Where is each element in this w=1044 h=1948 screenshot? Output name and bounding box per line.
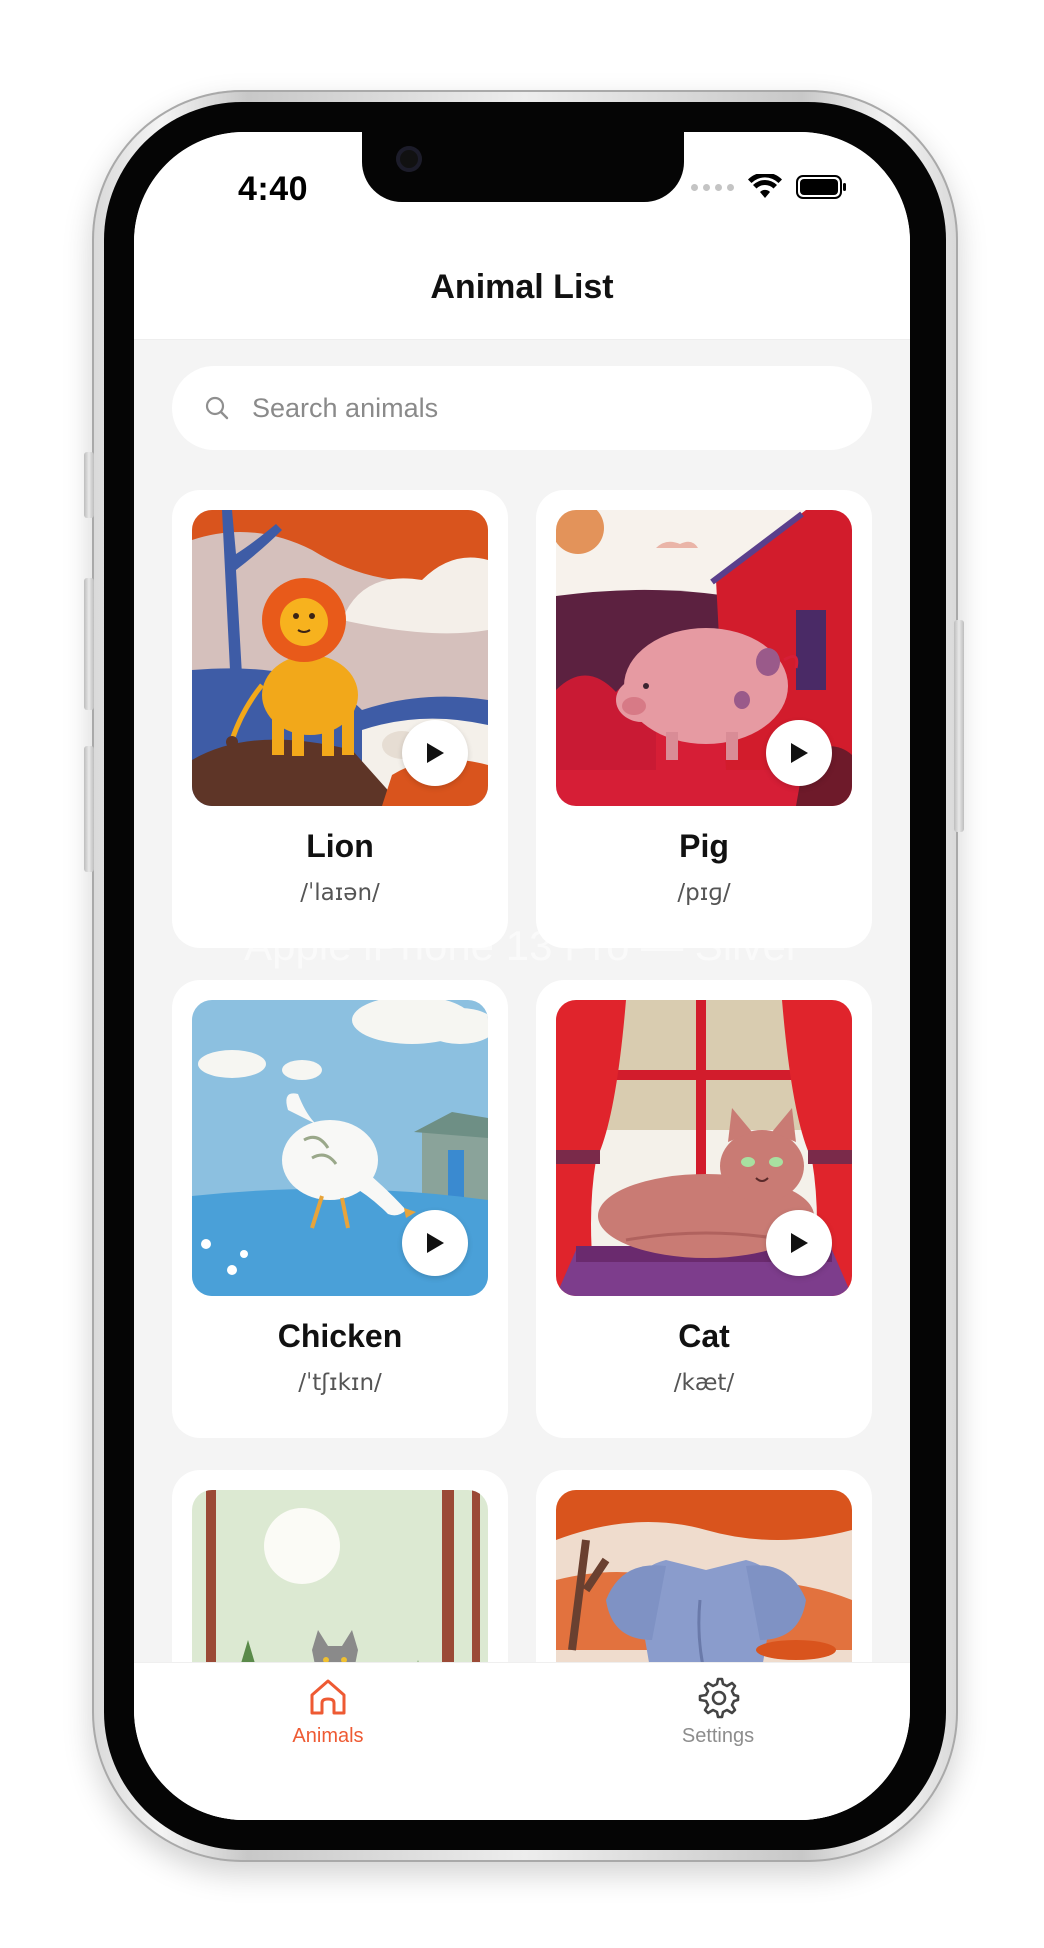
search-icon	[205, 396, 229, 420]
navigation-bar: Animal List	[134, 242, 910, 340]
play-icon	[427, 1233, 444, 1253]
notch	[362, 132, 684, 202]
lion-illustration	[192, 510, 488, 806]
animal-name: Cat	[678, 1318, 730, 1354]
home-icon	[310, 1679, 346, 1715]
tab-label: Settings	[681, 1725, 755, 1747]
signal-icon	[691, 183, 734, 191]
chicken-illustration	[192, 1000, 488, 1296]
pig-illustration	[556, 510, 852, 806]
animal-pronunciation: /ˈtʃɪkɪn/	[298, 1370, 382, 1396]
wifi-icon	[748, 174, 782, 198]
animal-card-chicken[interactable]: Chicken /ˈtʃɪkɪn/	[172, 980, 508, 1438]
animal-name: Chicken	[277, 1318, 403, 1354]
animal-card-lion[interactable]: Lion /ˈlaɪən/	[172, 490, 508, 948]
tab-label: Animals	[292, 1725, 364, 1747]
page-title: Animal List	[430, 268, 614, 306]
animal-pronunciation: /kæt/	[673, 1370, 735, 1396]
play-icon	[791, 1233, 808, 1253]
play-button[interactable]	[402, 720, 468, 786]
tab-settings[interactable]: Settings	[618, 1675, 818, 1748]
device-caption: Apple iPhone 13 Pro — Silver	[244, 922, 800, 969]
volume-up-button	[84, 578, 94, 710]
app-screen: 4:40 Animal List Search animals Lion /ˈl…	[134, 132, 910, 1820]
mute-switch	[84, 452, 94, 518]
animal-name: Pig	[679, 828, 729, 864]
animal-card-pig[interactable]: Pig /pɪɡ/	[536, 490, 872, 948]
volume-down-button	[84, 746, 94, 872]
gear-icon	[698, 1677, 740, 1719]
status-time: 4:40	[238, 170, 309, 208]
animal-name: Lion	[306, 828, 374, 864]
play-button[interactable]	[766, 720, 832, 786]
status-icons	[691, 174, 848, 200]
play-button[interactable]	[402, 1210, 468, 1276]
power-button	[954, 620, 964, 832]
search-input[interactable]: Search animals	[172, 366, 872, 450]
animal-card-cat[interactable]: Cat /kæt/	[536, 980, 872, 1438]
play-icon	[427, 743, 444, 763]
animal-pronunciation: /ˈlaɪən/	[300, 880, 380, 906]
battery-icon	[796, 175, 846, 199]
front-camera	[396, 146, 422, 172]
play-button[interactable]	[766, 1210, 832, 1276]
search-placeholder: Search animals	[252, 392, 439, 423]
tab-bar: Animals Settings	[134, 1662, 910, 1820]
cat-illustration	[556, 1000, 852, 1296]
tab-animals[interactable]: Animals	[228, 1675, 428, 1748]
animal-pronunciation: /pɪɡ/	[677, 880, 731, 906]
play-icon	[791, 743, 808, 763]
